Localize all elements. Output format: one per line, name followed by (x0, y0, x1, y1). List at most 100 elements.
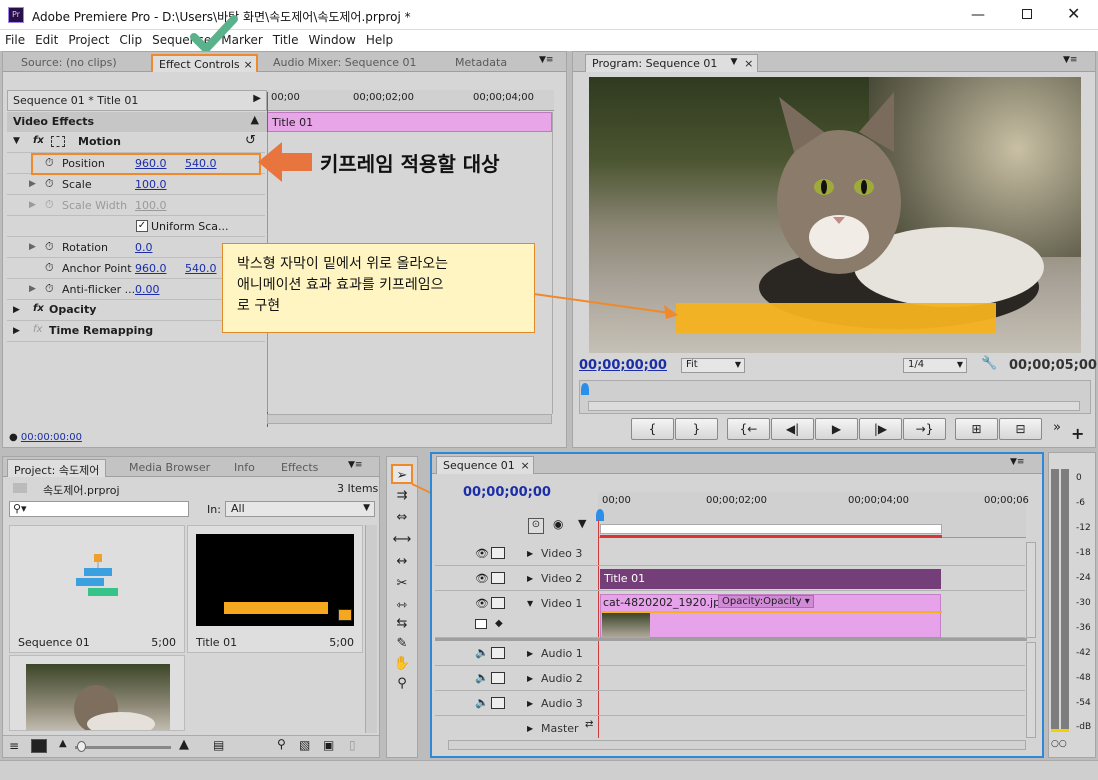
add-marker-icon[interactable]: ▼ (578, 517, 586, 530)
motion-transform-icon[interactable] (51, 136, 65, 147)
project-item[interactable] (9, 655, 185, 731)
slide-tool-icon[interactable]: ⇆ (391, 614, 413, 634)
ec-title-clip[interactable]: Title 01 (267, 112, 552, 132)
track-expand-icon[interactable]: ▶ (527, 724, 533, 733)
lock-toggle-icon[interactable] (491, 547, 505, 559)
lock-toggle-icon[interactable] (491, 572, 505, 584)
position-x-value[interactable]: 960.0 (135, 157, 167, 170)
eye-icon[interactable]: 👁 (475, 572, 489, 585)
mark-out-button[interactable]: } (675, 418, 718, 440)
stopwatch-icon[interactable]: ⏱ (45, 240, 54, 254)
zoom-slider[interactable] (75, 746, 171, 749)
scrubber-playhead-icon[interactable] (581, 383, 589, 395)
tab-info[interactable]: Info (228, 459, 261, 477)
tab-close-icon[interactable]: × (744, 57, 753, 70)
minimize-icon[interactable]: — (971, 7, 987, 23)
track-expand-icon[interactable]: ▶ (527, 574, 533, 583)
close-icon[interactable]: ✕ (1067, 4, 1080, 23)
expand-right-icon[interactable]: ▶ (13, 326, 20, 336)
scale-row[interactable]: ▶ ⏱ Scale 100.0 (7, 174, 265, 195)
pen-tool-icon[interactable]: ✎ (391, 634, 413, 654)
menu-window[interactable]: Window (303, 30, 360, 47)
wrench-icon[interactable]: 🔧 (981, 356, 997, 371)
resolution-dropdown[interactable]: 1/4 ▼ (903, 358, 967, 373)
expand-right-icon[interactable]: ▶ (29, 284, 36, 294)
zoom-out-icon[interactable]: ▲ (59, 738, 67, 749)
scrubber-bar[interactable] (588, 401, 1080, 411)
go-to-out-button[interactable]: →} (903, 418, 946, 440)
stopwatch-icon[interactable]: ⏱ (45, 282, 54, 296)
uniform-scale-checkbox[interactable]: ✓ (136, 220, 148, 232)
track-expand-icon[interactable]: ▶ (527, 549, 533, 558)
title-clip[interactable]: Title 01 (600, 569, 941, 589)
extract-button[interactable]: ⊟ (999, 418, 1042, 440)
tab-close-icon[interactable]: × (243, 58, 252, 71)
motion-row[interactable]: ▼ fx Motion ↺ (7, 132, 265, 153)
ec-scrollbar[interactable] (552, 112, 566, 414)
ec-timecode[interactable]: ● 00:00:00:00 (9, 432, 82, 443)
hand-tool-icon[interactable]: ✋ (391, 654, 413, 674)
stopwatch-icon[interactable]: ⏱ (45, 261, 54, 275)
new-bin-icon[interactable]: ▧ (299, 738, 310, 752)
menu-edit[interactable]: Edit (30, 30, 63, 47)
scale-value[interactable]: 100.0 (135, 178, 167, 191)
sequence-timecode[interactable]: 00;00;00;00 (463, 485, 551, 500)
expand-right-icon[interactable]: ▶ (13, 305, 20, 315)
position-row[interactable]: ⏱ Position 960.0 540.0 (7, 153, 265, 175)
expand-right-icon[interactable]: ▶ (29, 179, 36, 189)
play-button[interactable]: ▶ (815, 418, 858, 440)
dropdown-arrow-icon[interactable]: ▼ (730, 57, 737, 67)
eye-icon[interactable]: 👁 (475, 597, 489, 610)
tab-effect-controls[interactable]: Effect Controls × (151, 54, 258, 72)
solo-buttons[interactable]: ○○ (1051, 739, 1067, 749)
lock-toggle-icon[interactable] (491, 672, 505, 684)
track-expand-icon[interactable]: ▶ (527, 649, 533, 658)
menu-help[interactable]: Help (361, 30, 398, 47)
marker-globe-icon[interactable]: ◉ (553, 517, 563, 531)
track-collapse-icon[interactable]: ▼ (527, 599, 533, 608)
tab-media-browser[interactable]: Media Browser (123, 459, 216, 477)
menu-clip[interactable]: Clip (114, 30, 147, 47)
automate-icon[interactable]: ▤ (213, 738, 224, 752)
slip-tool-icon[interactable]: ⇿ (391, 596, 413, 616)
tab-metadata[interactable]: Metadata (449, 54, 513, 72)
position-y-value[interactable]: 540.0 (185, 157, 217, 170)
expand-arrow-icon[interactable]: ▶ (253, 93, 261, 104)
expand-right-icon[interactable]: ▶ (29, 242, 36, 252)
more-controls-icon[interactable]: » (1053, 420, 1061, 435)
timeline-vscroll-audio[interactable] (1026, 642, 1036, 738)
anchor-y-value[interactable]: 540.0 (185, 262, 217, 275)
speaker-icon[interactable]: 🔈 (475, 671, 489, 684)
panel-menu-icon[interactable]: ▼≡ (1063, 55, 1077, 65)
program-timecode-left[interactable]: 00;00;00;00 (579, 358, 667, 373)
reset-icon[interactable]: ↺ (245, 133, 256, 148)
mark-in-button[interactable]: { (631, 418, 674, 440)
stopwatch-icon[interactable]: ⏱ (45, 156, 54, 170)
anti-flicker-value[interactable]: 0.00 (135, 283, 160, 296)
tab-sequence-01[interactable]: Sequence 01 × (436, 456, 534, 474)
delete-icon[interactable]: ▯ (349, 738, 356, 752)
work-area-bar[interactable] (600, 524, 942, 534)
timeline-vscroll[interactable] (1026, 542, 1036, 638)
eye-icon[interactable]: 👁 (475, 547, 489, 560)
step-forward-button[interactable]: |▶ (859, 418, 902, 440)
keyframe-display-icon[interactable] (475, 619, 487, 629)
lock-toggle-icon[interactable] (491, 597, 505, 609)
ec-hscroll[interactable] (267, 414, 552, 424)
speaker-icon[interactable]: 🔈 (475, 646, 489, 659)
lock-toggle-icon[interactable] (491, 697, 505, 709)
tab-project[interactable]: Project: 속도제어 (7, 459, 107, 477)
expand-down-icon[interactable]: ▼ (13, 136, 20, 146)
keyframe-diamond-icon[interactable]: ◆ (495, 618, 503, 629)
zoom-in-icon[interactable]: ▲ (179, 737, 189, 752)
icon-view-icon[interactable] (31, 739, 47, 753)
panel-menu-icon[interactable]: ▼≡ (1010, 457, 1024, 467)
rotation-value[interactable]: 0.0 (135, 241, 153, 254)
project-item[interactable]: Title 01 5;00 (187, 525, 363, 653)
step-back-button[interactable]: ◀| (771, 418, 814, 440)
track-expand-icon[interactable]: ▶ (527, 674, 533, 683)
timeline-hscroll[interactable] (448, 740, 1026, 750)
find-icon[interactable]: ⚲ (277, 737, 286, 751)
fit-dropdown[interactable]: Fit ▼ (681, 358, 745, 373)
new-item-icon[interactable]: ▣ (323, 738, 334, 752)
